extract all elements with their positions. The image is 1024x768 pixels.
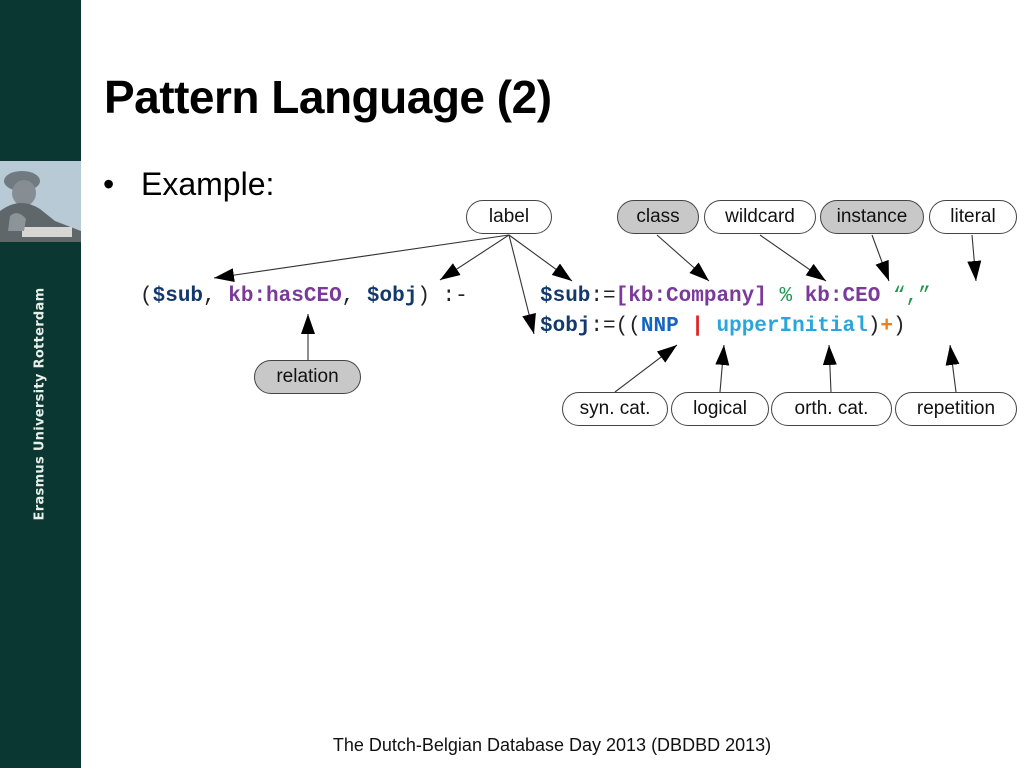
comma: , — [341, 285, 367, 308]
annotation-arrows — [213, 234, 982, 393]
literal-token: “,” — [892, 285, 931, 308]
annotation-logical: logical — [671, 392, 769, 426]
arrow-logical — [715, 344, 730, 393]
arrow-label-to-obj — [439, 234, 510, 281]
annotation-literal: literal — [929, 200, 1017, 234]
wildcard-token: % — [779, 285, 793, 308]
variable-sub: $sub — [152, 285, 204, 308]
syntactic-category-token: NNP — [640, 315, 679, 338]
slide-footer: The Dutch-Belgian Database Day 2013 (DBD… — [332, 735, 772, 755]
annotation-class: class — [617, 200, 699, 234]
paren-close: ) — [417, 285, 430, 308]
pattern-head: ($sub, kb:hasCEO, $obj) :- — [140, 282, 468, 312]
class-token: [kb:Company] — [615, 285, 767, 308]
annotation-label: label — [466, 200, 552, 234]
arrow-instance — [871, 234, 890, 282]
annotation-instance: instance — [820, 200, 924, 234]
paren-close: ) — [867, 315, 881, 338]
paren-open: (( — [615, 315, 641, 338]
paren-open: ( — [140, 285, 153, 308]
paren-close: ) — [892, 315, 906, 338]
variable-sub: $sub — [540, 285, 591, 308]
arrow-wildcard — [759, 234, 827, 282]
annotation-wildcard: wildcard — [704, 200, 816, 234]
implies-operator: :- — [429, 285, 468, 308]
arrow-repetition — [945, 344, 960, 393]
assign-operator: := — [590, 285, 616, 308]
repetition-token: + — [880, 315, 893, 338]
arrow-label-to-sub — [213, 234, 510, 283]
annotation-orth-cat: orth. cat. — [771, 392, 892, 426]
arrow-class — [656, 234, 710, 282]
logical-token: | — [691, 315, 704, 338]
arrow-syncat — [614, 344, 678, 393]
variable-obj: $obj — [366, 285, 418, 308]
comma: , — [203, 285, 229, 308]
orthographic-category-token: upperInitial — [716, 315, 868, 338]
pattern-body-line-1: $sub:=[kb:Company] % kb:CEO “,” — [540, 282, 931, 312]
variable-obj: $obj — [540, 315, 591, 338]
annotation-repetition: repetition — [895, 392, 1017, 426]
arrow-orthcat — [822, 344, 837, 393]
pattern-body-line-2: $obj:=((NNP | upperInitial)+) — [540, 312, 906, 342]
relation-token: kb:hasCEO — [228, 285, 342, 308]
assign-operator: := — [590, 315, 616, 338]
annotation-syn-cat: syn. cat. — [562, 392, 668, 426]
instance-token: kb:CEO — [804, 285, 881, 308]
arrow-literal — [967, 234, 982, 282]
annotation-relation: relation — [254, 360, 361, 394]
